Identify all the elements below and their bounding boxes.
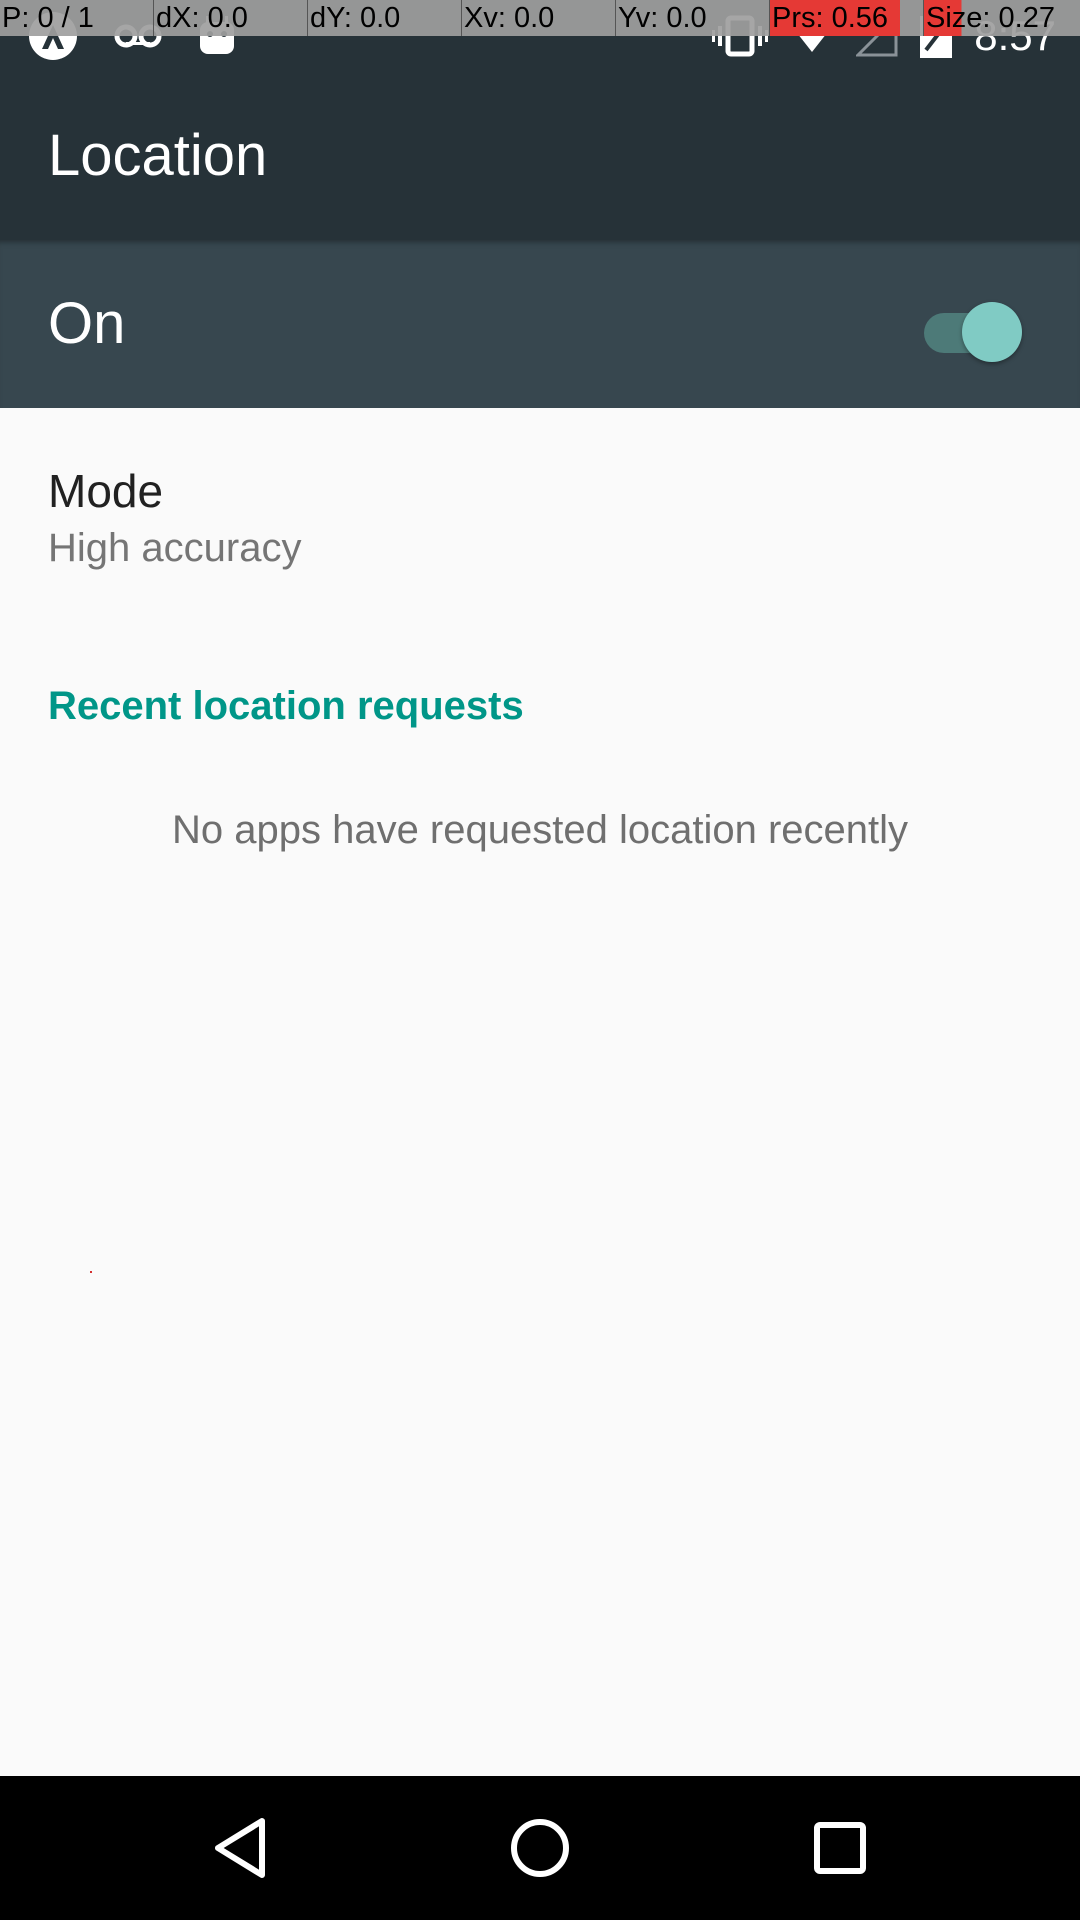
debug-pressure: Prs: 0.56 [770, 0, 924, 36]
page-title: Location [48, 123, 268, 188]
debug-yv: Yv: 0.0 [616, 0, 770, 36]
location-toggle[interactable] [924, 298, 1024, 362]
debug-size: Size: 0.27 [924, 0, 1080, 36]
debug-pointer: P: 0 / 1 [0, 0, 154, 36]
navigation-bar [0, 1776, 1080, 1920]
recent-requests-header: Recent location requests [48, 684, 524, 728]
mode-summary: High accuracy [48, 526, 302, 570]
debug-dy: dY: 0.0 [308, 0, 462, 36]
recents-icon [814, 1822, 866, 1874]
home-button[interactable] [490, 1798, 590, 1898]
touch-trace-dot [90, 1271, 92, 1273]
debug-dx: dX: 0.0 [154, 0, 308, 36]
mode-title: Mode [48, 465, 164, 517]
recent-requests-empty-text: No apps have requested location recently [171, 808, 908, 852]
back-icon [215, 1818, 265, 1878]
toggle-thumb [962, 302, 1022, 362]
home-icon [511, 1819, 569, 1877]
mode-preference[interactable]: Mode High accuracy [0, 408, 1080, 608]
recents-button[interactable] [790, 1798, 890, 1898]
switch-label: On [48, 291, 126, 356]
pointer-location-overlay: P: 0 / 1 dX: 0.0 dY: 0.0 Xv: 0.0 Yv: 0.0… [0, 0, 1080, 36]
location-master-switch-bar[interactable]: On [0, 240, 1080, 408]
back-button[interactable] [190, 1798, 290, 1898]
debug-xv: Xv: 0.0 [462, 0, 616, 36]
app-toolbar: Location [0, 72, 1080, 240]
